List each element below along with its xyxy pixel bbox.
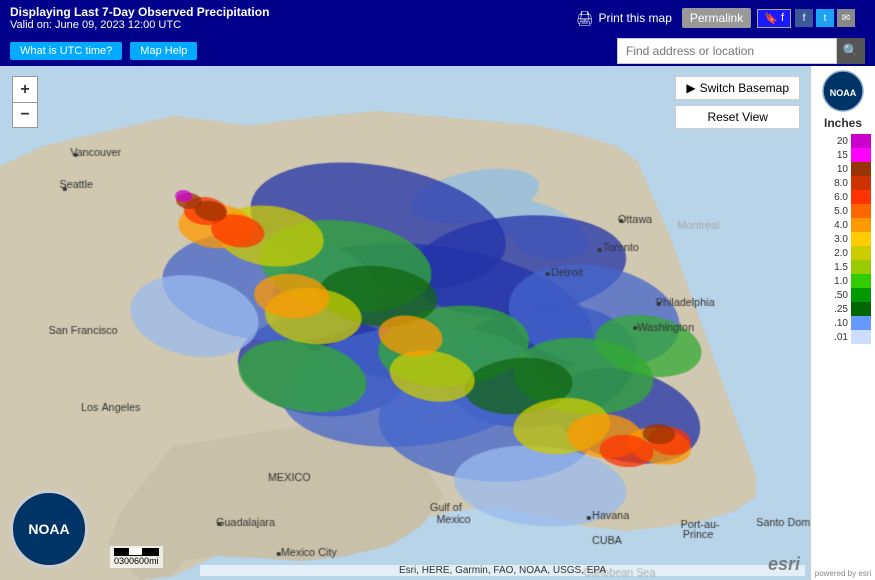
legend-color <box>851 274 871 288</box>
legend-row: .25 <box>815 302 871 316</box>
map-area[interactable]: + − ▶ Switch Basemap Reset View NOAA 0 3… <box>0 66 875 580</box>
reset-view-button[interactable]: Reset View <box>675 105 800 129</box>
zoom-out-button[interactable]: − <box>12 102 38 128</box>
legend-color <box>851 316 871 330</box>
legend-row: 2.0 <box>815 246 871 260</box>
legend-scale: 20 15 10 8.0 6.0 5.0 4.0 3.0 2.0 1.5 1.0 .50 .25 .10.… <box>811 134 875 567</box>
legend-color <box>851 330 871 344</box>
map-canvas <box>0 66 875 580</box>
legend-row: 5.0 <box>815 204 871 218</box>
legend-row: .01 <box>815 330 871 344</box>
search-input[interactable] <box>617 38 837 64</box>
print-button[interactable]: 🖨 Print this map <box>576 10 672 27</box>
printer-icon: 🖨 <box>576 10 594 27</box>
noaa-top-logo: NOAA <box>822 70 864 112</box>
legend-color <box>851 162 871 176</box>
legend-label: 1.5 <box>826 262 848 273</box>
twitter-icon[interactable]: t <box>816 9 834 27</box>
legend-label: 15 <box>826 150 848 161</box>
header-title: Displaying Last 7-Day Observed Precipita… <box>10 5 269 31</box>
legend-color <box>851 134 871 148</box>
map-controls: ▶ Switch Basemap Reset View <box>675 76 800 129</box>
legend-row: .50 <box>815 288 871 302</box>
permalink-button[interactable]: Permalink <box>682 8 751 28</box>
legend-label: 10 <box>826 164 848 175</box>
noaa-circle: NOAA <box>10 490 88 568</box>
map-help-button[interactable]: Map Help <box>130 42 197 60</box>
legend-color <box>851 260 871 274</box>
zoom-in-button[interactable]: + <box>12 76 38 102</box>
legend-row: 1.0 <box>815 274 871 288</box>
legend-color <box>851 190 871 204</box>
facebook-icon[interactable]: f <box>795 9 813 27</box>
legend-label: 1.0 <box>826 276 848 287</box>
legend-label: 5.0 <box>826 206 848 217</box>
zoom-controls: + − <box>12 76 38 128</box>
utc-time-button[interactable]: What is UTC time? <box>10 42 122 60</box>
search-button[interactable]: 🔍 <box>837 38 865 64</box>
bookmark-button[interactable]: 🔖 f <box>757 9 791 28</box>
print-label: Print this map <box>599 11 672 25</box>
legend-label: .10 <box>826 318 848 329</box>
noaa-logo-bottom: NOAA <box>10 490 90 570</box>
legend-color <box>851 288 871 302</box>
legend-label: 20 <box>826 136 848 147</box>
scale-labels: 0 300 600mi <box>114 556 159 566</box>
legend-row: 8.0 <box>815 176 871 190</box>
social-icons: f t ✉ <box>795 9 855 27</box>
svg-text:NOAA: NOAA <box>830 88 857 98</box>
scale-seg-2 <box>129 548 143 555</box>
legend-color <box>851 232 871 246</box>
legend-label: .50 <box>826 290 848 301</box>
esri-logo: esri <box>768 554 800 575</box>
legend-color <box>851 246 871 260</box>
noaa-text: NOAA <box>28 521 69 537</box>
legend-label: 6.0 <box>826 192 848 203</box>
legend-row: 4.0 <box>815 218 871 232</box>
switch-basemap-button[interactable]: ▶ Switch Basemap <box>675 76 800 100</box>
title-line1: Displaying Last 7-Day Observed Precipita… <box>10 5 269 19</box>
bookmark-area: 🔖 f f t ✉ <box>757 9 855 28</box>
legend-color <box>851 302 871 316</box>
switch-basemap-label: Switch Basemap <box>700 81 789 95</box>
legend-row: 15 <box>815 148 871 162</box>
legend: NOAA Inches 20 15 10 8.0 6.0 5.0 4.0 3.0 2.0 1.5 1… <box>810 66 875 580</box>
search-area: 🔍 <box>617 38 865 64</box>
scale-bar: 0 300 600mi <box>110 546 163 568</box>
legend-unit: Inches <box>824 116 862 130</box>
legend-row: .10 <box>815 316 871 330</box>
legend-label: .25 <box>826 304 848 315</box>
legend-label: .01 <box>826 332 848 343</box>
bookmark-label: f <box>781 12 784 24</box>
subheader-bar: What is UTC time? Map Help 🔍 <box>0 36 875 66</box>
esri-credit: powered by esri <box>815 569 871 578</box>
legend-label: 3.0 <box>826 234 848 245</box>
legend-label: 8.0 <box>826 178 848 189</box>
header-bar: Displaying Last 7-Day Observed Precipita… <box>0 0 875 36</box>
legend-color <box>851 176 871 190</box>
legend-label: 2.0 <box>826 248 848 259</box>
bookmark-icon: 🔖 <box>764 12 778 25</box>
legend-color <box>851 148 871 162</box>
scale-seg-1 <box>115 548 129 555</box>
email-icon[interactable]: ✉ <box>837 9 855 27</box>
scale-label-300: 300 <box>119 556 134 566</box>
scale-seg-3 <box>143 548 157 555</box>
legend-color <box>851 204 871 218</box>
legend-row: 3.0 <box>815 232 871 246</box>
attribution: Esri, HERE, Garmin, FAO, NOAA, USGS, EPA <box>200 565 805 576</box>
legend-row: 20 <box>815 134 871 148</box>
legend-color <box>851 218 871 232</box>
legend-label: 4.0 <box>826 220 848 231</box>
legend-row: 1.5 <box>815 260 871 274</box>
legend-row: 10 <box>815 162 871 176</box>
scale-label-600: 600mi <box>134 556 159 566</box>
scale-line <box>114 548 159 556</box>
legend-row: 6.0 <box>815 190 871 204</box>
triangle-icon: ▶ <box>686 81 695 95</box>
title-line2: Valid on: June 09, 2023 12:00 UTC <box>10 19 269 31</box>
